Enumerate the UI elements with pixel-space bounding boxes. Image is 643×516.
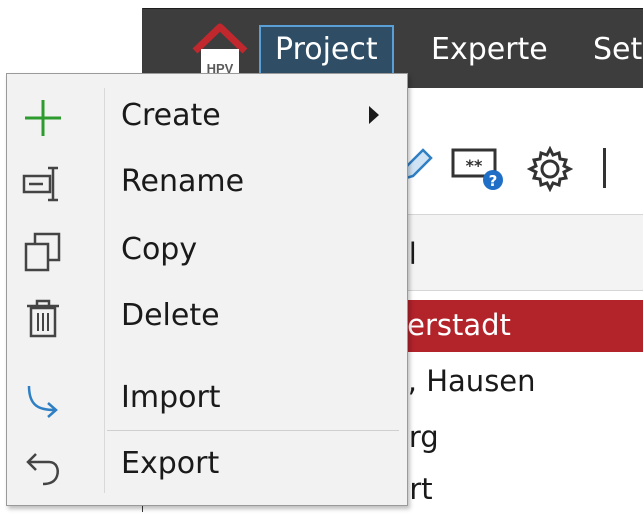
svg-text:?: ? [489, 172, 498, 190]
menu-item-import[interactable]: Import [7, 370, 407, 430]
password-help-icon[interactable]: ** ? [451, 146, 507, 192]
menu-experte[interactable]: Experte [417, 25, 562, 75]
menu-separator [107, 430, 399, 431]
row-label: llerstadt [391, 308, 511, 342]
svg-text:**: ** [466, 156, 483, 175]
import-arrow-icon [27, 385, 58, 418]
menu-item-label: Copy [121, 232, 198, 267]
menu-item-label: Rename [121, 164, 245, 199]
toolbar-separator [603, 148, 606, 188]
menu-item-create[interactable]: Create [7, 88, 407, 148]
menu-item-label: Create [121, 98, 221, 133]
copy-icon [24, 232, 61, 272]
export-arrow-icon [26, 453, 59, 486]
menu-item-rename[interactable]: Rename [7, 154, 407, 214]
context-menu: Create Rename Copy Delete Import Export [6, 73, 408, 506]
gear-icon[interactable] [527, 146, 573, 192]
menu-item-export[interactable]: Export [7, 436, 407, 496]
rename-icon [22, 166, 58, 202]
menu-item-delete[interactable]: Delete [7, 288, 407, 348]
plus-icon [25, 100, 61, 136]
menu-item-copy[interactable]: Copy [7, 222, 407, 282]
menu-item-label: Export [121, 446, 220, 481]
menu-settings[interactable]: Set [579, 25, 643, 75]
trash-icon [27, 299, 59, 338]
menu-item-label: Delete [121, 298, 220, 333]
submenu-arrow-icon [369, 106, 379, 124]
menu-item-label: Import [121, 380, 221, 415]
row-label: k, Hausen [391, 364, 536, 398]
menu-project[interactable]: Project [259, 25, 394, 75]
